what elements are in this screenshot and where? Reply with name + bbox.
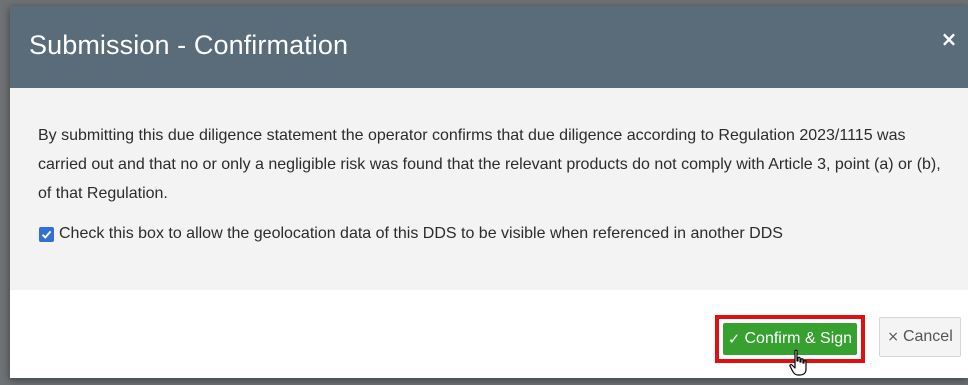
dialog-title: Submission - Confirmation <box>29 30 349 60</box>
cancel-button[interactable]: × Cancel <box>879 317 961 357</box>
confirmation-dialog: Submission - Confirmation × By submittin… <box>10 6 968 378</box>
dialog-body: By submitting this due diligence stateme… <box>10 88 968 290</box>
cancel-button-label: Cancel <box>902 328 953 345</box>
geolocation-visibility-option: Check this box to allow the geolocation … <box>39 223 783 245</box>
hand-pointer-icon <box>789 349 807 376</box>
dialog-header: Submission - Confirmation × <box>10 6 968 88</box>
close-icon[interactable]: × <box>938 28 960 50</box>
geolocation-visibility-label: Check this box to allow the geolocation … <box>59 225 783 242</box>
geolocation-visibility-checkbox[interactable] <box>39 226 54 242</box>
checkmark-icon <box>41 230 52 239</box>
close-icon: × <box>887 329 899 345</box>
due-diligence-statement: By submitting this due diligence stateme… <box>38 127 941 202</box>
check-icon: ✓ <box>727 330 741 348</box>
confirm-button-label: Confirm & Sign <box>744 330 853 347</box>
dialog-footer: ✓ Confirm & Sign × Cancel <box>10 290 968 378</box>
